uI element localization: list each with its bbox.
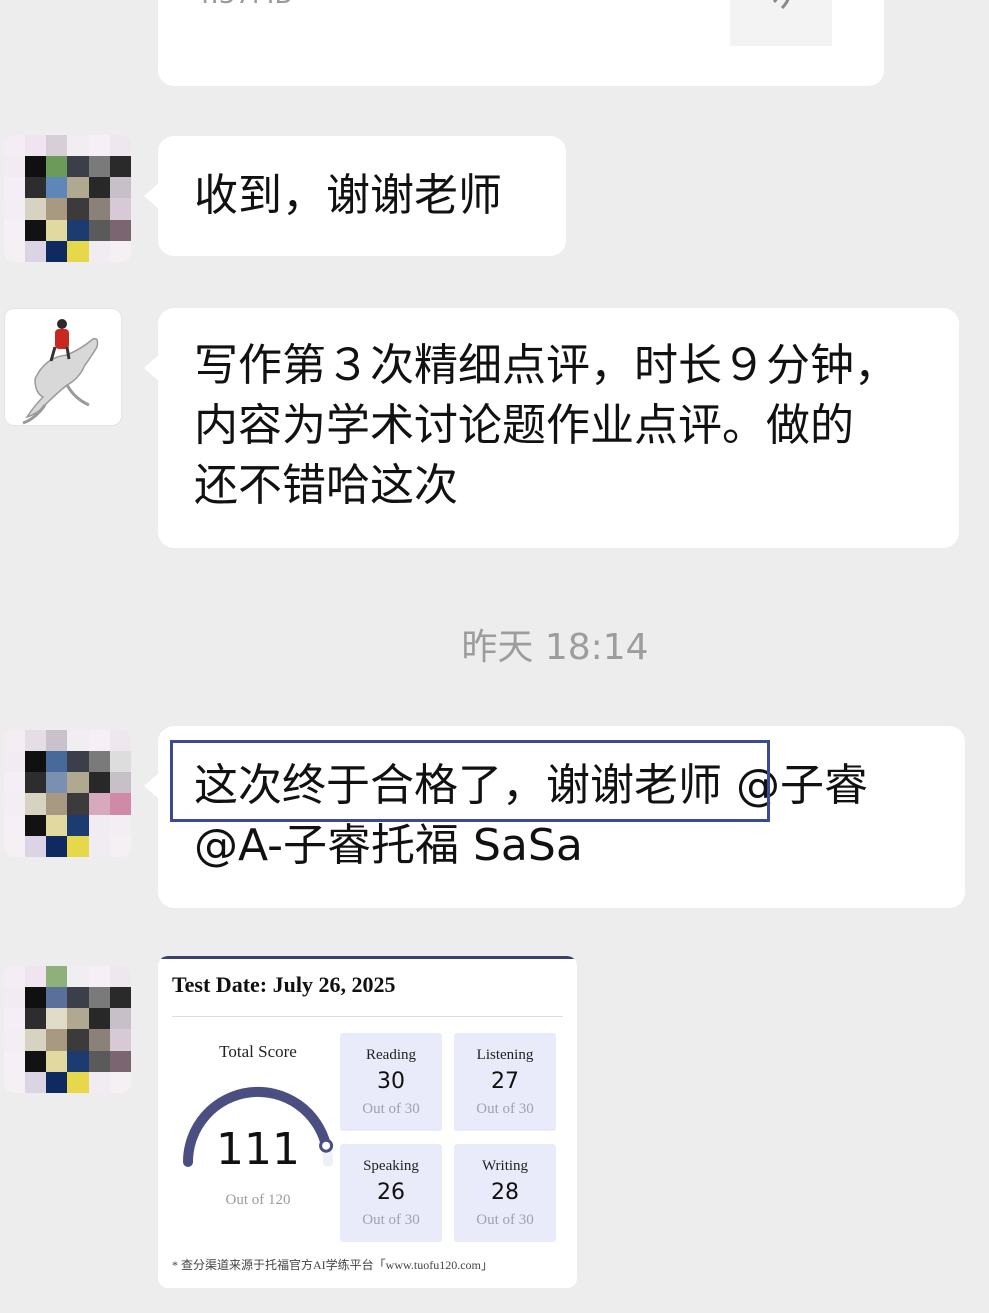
avatar[interactable] — [4, 966, 131, 1093]
section-writing: Writing 28 Out of 30 — [454, 1144, 556, 1242]
section-score: 28 — [491, 1180, 519, 1205]
section-listening: Listening 27 Out of 30 — [454, 1033, 556, 1131]
message-bubble[interactable]: 写作第３次精细点评，时长９分钟， 内容为学术讨论题作业点评。做的 还不错哈这次 — [144, 308, 959, 548]
message-bubble[interactable]: 收到，谢谢老师 — [144, 136, 566, 256]
divider — [172, 1016, 563, 1017]
avatar[interactable] — [4, 135, 131, 262]
total-score-label: Total Score — [219, 1042, 297, 1061]
message-text-line: 还不错哈这次 — [194, 460, 458, 511]
card-top-border — [158, 956, 577, 959]
message-text-line: 内容为学术讨论题作业点评。做的 — [194, 400, 854, 451]
section-speaking: Speaking 26 Out of 30 — [340, 1144, 442, 1242]
section-name: Listening — [476, 1047, 534, 1063]
file-size: 4.37MB — [194, 0, 292, 10]
section-max: Out of 30 — [476, 1212, 534, 1228]
message-text-line: 这次终于合格了，谢谢老师 @子睿 — [194, 760, 868, 811]
section-score: 30 — [377, 1069, 405, 1094]
score-report-image[interactable]: Test Date: July 26, 2025 Total Score 111… — [158, 956, 577, 1288]
message-text: 收到，谢谢老师 — [194, 170, 502, 221]
horse-rider-icon — [22, 319, 99, 425]
score-source-note: * 查分渠道来源于托福官方AI学练平台「www.tuofu120.com」 — [172, 1258, 493, 1272]
section-reading: Reading 30 Out of 30 — [340, 1033, 442, 1131]
message-text-line: @A-子睿托福 SaSa — [194, 820, 583, 871]
total-score-value: 111 — [216, 1124, 300, 1175]
section-max: Out of 30 — [362, 1101, 420, 1117]
section-max: Out of 30 — [476, 1101, 534, 1117]
section-name: Reading — [366, 1047, 416, 1063]
message-text-line: 写作第３次精细点评，时长９分钟， — [194, 340, 898, 391]
avatar[interactable] — [4, 730, 131, 857]
section-max: Out of 30 — [362, 1212, 420, 1228]
message-timestamp: 昨天 18:14 — [461, 627, 649, 668]
total-score-max: Out of 120 — [225, 1192, 291, 1208]
test-date: Test Date: July 26, 2025 — [172, 972, 396, 997]
section-name: Speaking — [363, 1158, 419, 1174]
section-score: 27 — [491, 1069, 519, 1094]
chat-window: 4.37MB 收到，谢谢老师 — [0, 0, 989, 1313]
section-score: 26 — [377, 1180, 405, 1205]
audio-wave-icon — [730, 0, 832, 46]
file-message-bubble[interactable]: 4.37MB — [158, 0, 884, 86]
avatar[interactable] — [4, 308, 122, 426]
message-bubble[interactable]: 这次终于合格了，谢谢老师 @子睿 @A-子睿托福 SaSa — [144, 726, 965, 908]
section-name: Writing — [481, 1158, 529, 1174]
